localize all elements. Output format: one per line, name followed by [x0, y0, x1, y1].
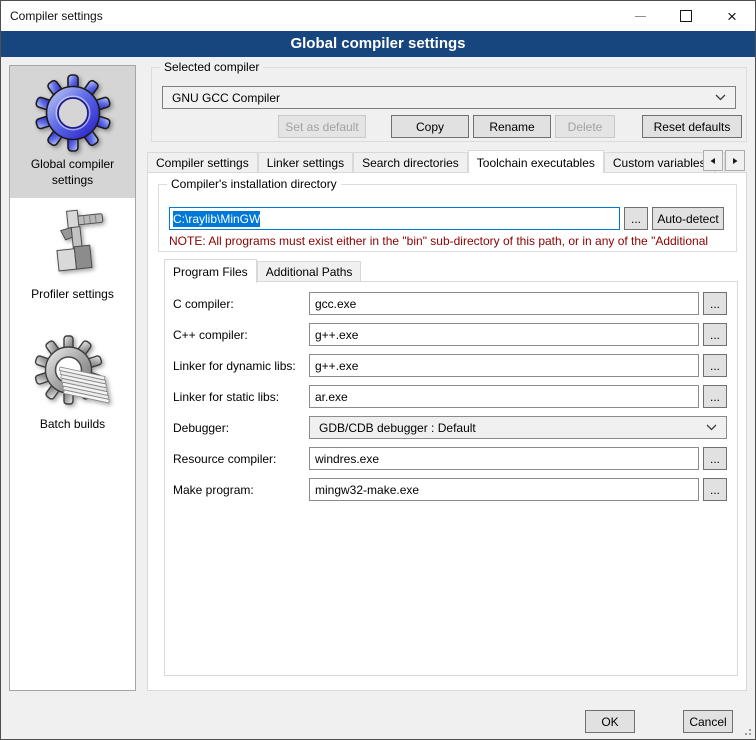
make-program-input[interactable]: [309, 478, 699, 501]
titlebar: Compiler settings ×: [1, 1, 755, 31]
browse-make-program-button[interactable]: ...: [703, 478, 727, 501]
field-label: C compiler:: [173, 297, 309, 311]
tab-program-files[interactable]: Program Files: [164, 259, 257, 283]
chevron-down-icon: [706, 424, 717, 431]
copy-button[interactable]: Copy: [391, 115, 469, 138]
delete-button[interactable]: Delete: [555, 115, 615, 138]
field-row: Linker for static libs: ...: [173, 385, 727, 408]
field-label: C++ compiler:: [173, 328, 309, 342]
sidebar-item-label: Profiler settings: [31, 286, 114, 302]
bin-subdirectory-note: NOTE: All programs must exist either in …: [169, 234, 734, 248]
close-icon: ×: [727, 8, 737, 25]
window-title: Compiler settings: [1, 9, 103, 23]
installation-directory-input[interactable]: C:\raylib\MinGW: [169, 207, 620, 230]
minimize-button[interactable]: [617, 1, 663, 31]
sidebar-item-profiler-settings[interactable]: Profiler settings: [10, 198, 135, 312]
field-label: Linker for static libs:: [173, 390, 309, 404]
cancel-button[interactable]: Cancel: [683, 710, 733, 733]
resource-compiler-input[interactable]: [309, 447, 699, 470]
field-row: Linker for dynamic libs: ...: [173, 354, 727, 377]
compiler-settings-dialog: Compiler settings × Global compiler sett…: [0, 0, 756, 740]
page-title: Global compiler settings: [1, 31, 755, 57]
browse-directory-button[interactable]: ...: [624, 207, 648, 230]
tab-linker-settings[interactable]: Linker settings: [258, 152, 353, 173]
toolchain-executables-panel: Compiler's installation directory C:\ray…: [147, 172, 747, 691]
compiler-select[interactable]: GNU GCC Compiler: [162, 86, 736, 109]
field-row: Resource compiler: ...: [173, 447, 727, 470]
compiler-settings-tabbar: Compiler settings Linker settings Search…: [147, 150, 747, 173]
program-files-tabbar: Program Files Additional Paths: [164, 260, 361, 282]
tab-scroll-right-button[interactable]: [725, 150, 745, 171]
triangle-left-icon: [709, 157, 717, 165]
set-as-default-button[interactable]: Set as default: [278, 115, 366, 138]
selected-text: C:\raylib\MinGW: [173, 211, 260, 227]
chevron-down-icon: [715, 94, 726, 101]
group-label: Selected compiler: [160, 60, 263, 74]
gray-gear-papers-icon: [33, 334, 113, 412]
sidebar-item-label: Global compiler settings: [14, 156, 131, 188]
browse-dynamic-linker-button[interactable]: ...: [703, 354, 727, 377]
installation-directory-group: Compiler's installation directory C:\ray…: [158, 184, 737, 252]
field-row: Debugger: GDB/CDB debugger : Default: [173, 416, 727, 439]
caliper-icon: [34, 206, 112, 282]
program-files-panel: C compiler: ... C++ compiler: ... Linker…: [164, 281, 738, 676]
rename-button[interactable]: Rename: [473, 115, 551, 138]
field-label: Resource compiler:: [173, 452, 309, 466]
browse-cpp-compiler-button[interactable]: ...: [703, 323, 727, 346]
tab-search-directories[interactable]: Search directories: [353, 152, 468, 173]
compiler-select-value: GNU GCC Compiler: [172, 91, 715, 105]
field-label: Debugger:: [173, 421, 309, 435]
ok-button[interactable]: OK: [585, 710, 635, 733]
tab-toolchain-executables[interactable]: Toolchain executables: [468, 150, 604, 173]
field-row: Make program: ...: [173, 478, 727, 501]
cpp-compiler-input[interactable]: [309, 323, 699, 346]
field-row: C compiler: ...: [173, 292, 727, 315]
maximize-icon: [680, 10, 692, 22]
field-label: Linker for dynamic libs:: [173, 359, 309, 373]
close-button[interactable]: ×: [709, 1, 755, 31]
settings-category-list: Global compiler settings Profiler settin…: [9, 65, 136, 691]
field-row: C++ compiler: ...: [173, 323, 727, 346]
debugger-select-value: GDB/CDB debugger : Default: [319, 421, 706, 435]
blue-gear-icon: [34, 74, 112, 152]
auto-detect-button[interactable]: Auto-detect: [652, 207, 724, 230]
field-label: Make program:: [173, 483, 309, 497]
sidebar-item-batch-builds[interactable]: Batch builds: [10, 326, 135, 442]
dynamic-linker-input[interactable]: [309, 354, 699, 377]
reset-defaults-button[interactable]: Reset defaults: [642, 115, 742, 138]
sidebar-item-global-compiler-settings[interactable]: Global compiler settings: [10, 66, 135, 198]
c-compiler-input[interactable]: [309, 292, 699, 315]
browse-resource-compiler-button[interactable]: ...: [703, 447, 727, 470]
triangle-right-icon: [731, 157, 739, 165]
browse-c-compiler-button[interactable]: ...: [703, 292, 727, 315]
group-label: Compiler's installation directory: [167, 177, 341, 191]
resize-grip[interactable]: [749, 733, 751, 735]
selected-compiler-group: Selected compiler GNU GCC Compiler Set a…: [151, 67, 747, 142]
tab-additional-paths[interactable]: Additional Paths: [257, 261, 362, 282]
maximize-button[interactable]: [663, 1, 709, 31]
tab-custom-variables[interactable]: Custom variables: [604, 152, 715, 173]
sidebar-item-label: Batch builds: [40, 416, 105, 432]
tab-compiler-settings[interactable]: Compiler settings: [147, 152, 258, 173]
debugger-select[interactable]: GDB/CDB debugger : Default: [309, 416, 727, 439]
browse-static-linker-button[interactable]: ...: [703, 385, 727, 408]
minimize-icon: [635, 16, 646, 17]
tab-scroll-left-button[interactable]: [703, 150, 723, 171]
static-linker-input[interactable]: [309, 385, 699, 408]
